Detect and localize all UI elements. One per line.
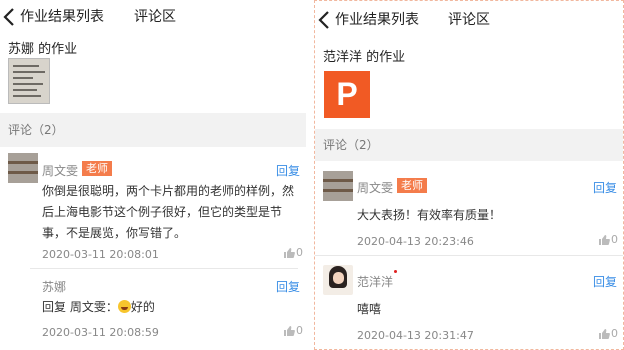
reply-button[interactable]: 回复 (593, 273, 617, 290)
teacher-badge: 老师 (82, 161, 112, 176)
like-count: 0 (296, 324, 303, 337)
divider (315, 255, 623, 256)
comment-text: 嘻嘻 (357, 302, 382, 316)
avatar[interactable] (323, 171, 353, 201)
nav-bar: 作业结果列表 评论区 (315, 1, 623, 43)
comment-author: 周文雯 (357, 181, 394, 195)
homework-thumbnail[interactable] (8, 58, 50, 104)
comment-item: 周文雯 老师 回复 你倒是很聪明，两个卡片都用的老师的样例，然后上海电影节这个例… (0, 147, 306, 269)
like-button[interactable]: 0 (598, 327, 618, 340)
teacher-badge: 老师 (397, 178, 427, 193)
like-button[interactable]: 0 (283, 324, 303, 337)
comment-item: 周文雯 老师 回复 大大表扬！有效率有质量！ 2020-04-13 20:23:… (315, 163, 623, 255)
page-title[interactable]: 作业结果列表 (335, 9, 419, 29)
reply-button[interactable]: 回复 (593, 179, 617, 196)
thumbs-up-icon (284, 325, 295, 336)
comment-time: 2020-03-11 20:08:59 (42, 326, 159, 339)
homework-owner: 范洋洋 的作业 (323, 50, 406, 65)
avatar[interactable] (8, 153, 38, 183)
like-count: 0 (611, 233, 618, 246)
divider (30, 268, 298, 269)
homework-owner: 苏娜 的作业 (8, 42, 78, 57)
reply-button[interactable]: 回复 (276, 162, 300, 179)
like-button[interactable]: 0 (598, 233, 618, 246)
comments-header: 评论（2） (0, 113, 306, 147)
comments-header: 评论（2） (315, 129, 623, 161)
like-count: 0 (296, 246, 303, 259)
comment-time: 2020-04-13 20:23:46 (357, 235, 474, 248)
unread-dot (394, 270, 397, 273)
reply-prefix: 回复 周文雯： (42, 300, 118, 314)
comment-time: 2020-03-11 20:08:01 (42, 248, 159, 261)
ppt-file-icon[interactable]: P (324, 71, 370, 118)
thumbs-up-icon (599, 234, 610, 245)
comment-item: 苏娜 回复 回复 周文雯： 好的 2020-03-11 20:08:59 0 (0, 270, 306, 350)
left-screen: 作业结果列表 评论区 苏娜 的作业 评论（2） 周文雯 老师 回复 你倒是很聪明… (0, 0, 306, 350)
thumbs-up-icon (284, 247, 295, 258)
tab-comments[interactable]: 评论区 (134, 6, 176, 26)
comment-text: 回复 周文雯： 好的 (42, 297, 300, 318)
comment-author: 范洋洋 (357, 275, 394, 289)
comment-text: 大大表扬！有效率有质量！ (357, 208, 502, 222)
comment-time: 2020-04-13 20:31:47 (357, 329, 474, 342)
back-chevron-icon[interactable] (317, 10, 331, 30)
page-title[interactable]: 作业结果列表 (20, 6, 104, 26)
nav-bar: 作业结果列表 评论区 (0, 0, 306, 36)
thumbs-up-icon (599, 328, 610, 339)
tab-comments[interactable]: 评论区 (448, 9, 490, 29)
grinning-emoji-icon (117, 300, 131, 313)
avatar[interactable] (323, 265, 353, 295)
comment-author: 苏娜 (42, 280, 67, 294)
comment-text: 你倒是很聪明，两个卡片都用的老师的样例，然后上海电影节这个例子很好，但它的类型是… (42, 184, 295, 240)
comment-item: 范洋洋 回复 嘻嘻 2020-04-13 20:31:47 0 (315, 259, 623, 349)
reply-suffix: 好的 (130, 300, 155, 314)
reply-button[interactable]: 回复 (276, 278, 300, 295)
comment-author: 周文雯 (42, 164, 79, 178)
back-chevron-icon[interactable] (2, 7, 16, 27)
like-count: 0 (611, 327, 618, 340)
like-button[interactable]: 0 (283, 246, 303, 259)
ppt-letter: P (336, 76, 358, 112)
right-screen: 作业结果列表 评论区 范洋洋 的作业 P 评论（2） 周文雯 老师 回复 大大表… (314, 0, 624, 350)
